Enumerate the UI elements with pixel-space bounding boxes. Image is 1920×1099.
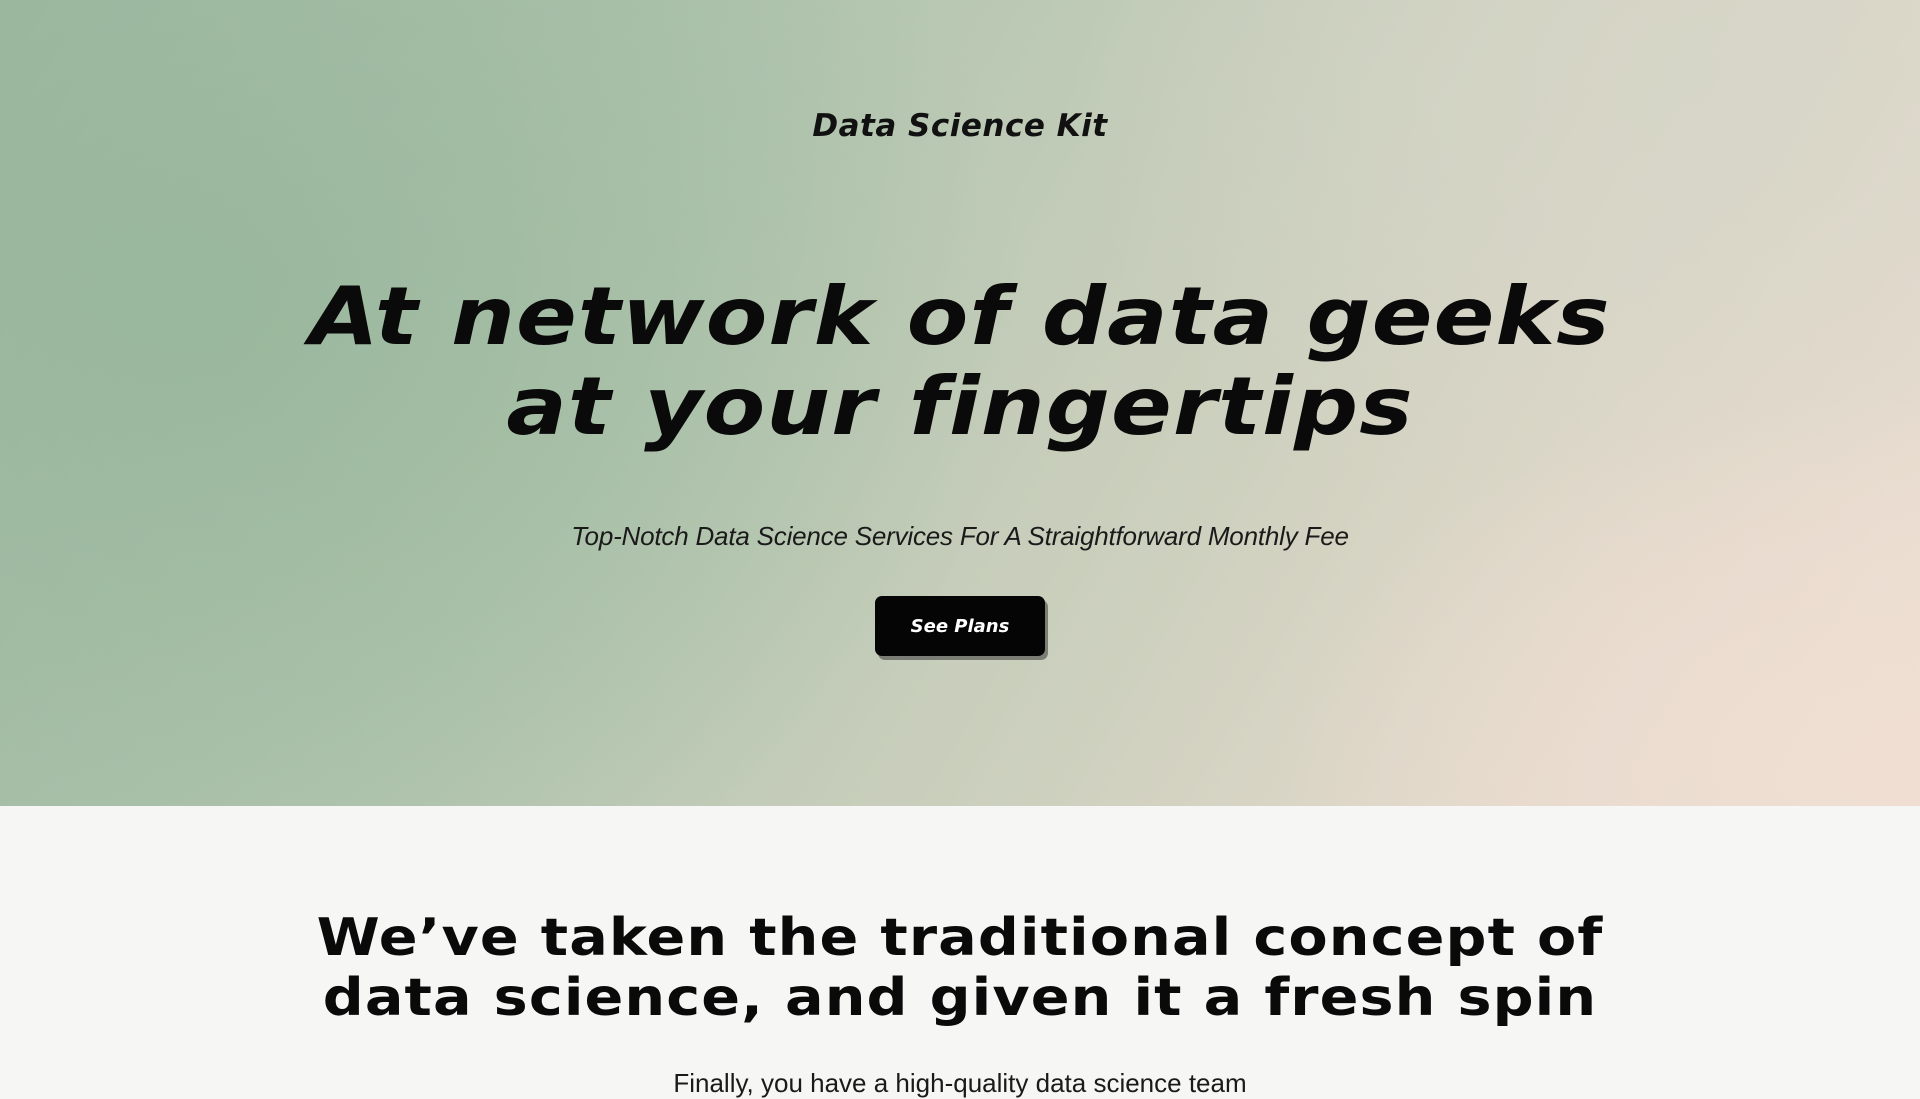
brand-logo-text[interactable]: Data Science Kit xyxy=(0,108,1920,144)
intro-body-text: Finally, you have a high-quality data sc… xyxy=(673,1068,1247,1098)
hero-section: Data Science Kit At network of data geek… xyxy=(0,0,1920,806)
intro-title: We’ve taken the traditional concept of d… xyxy=(0,908,1920,1028)
intro-title-line-2: data science, and given it a fresh spin xyxy=(322,968,1598,1028)
intro-title-line-1: We’ve taken the traditional concept of xyxy=(316,908,1604,968)
hero-headline-line-1: At network of data geeks xyxy=(309,270,1611,363)
hero-headline-line-2: at your fingertips xyxy=(506,360,1414,453)
hero-subtitle: Top-Notch Data Science Services For A St… xyxy=(571,521,1349,551)
intro-section: We’ve taken the traditional concept of d… xyxy=(0,806,1920,1098)
see-plans-button[interactable]: See Plans xyxy=(875,596,1045,656)
hero-headline: At network of data geeks at your fingert… xyxy=(0,272,1920,452)
